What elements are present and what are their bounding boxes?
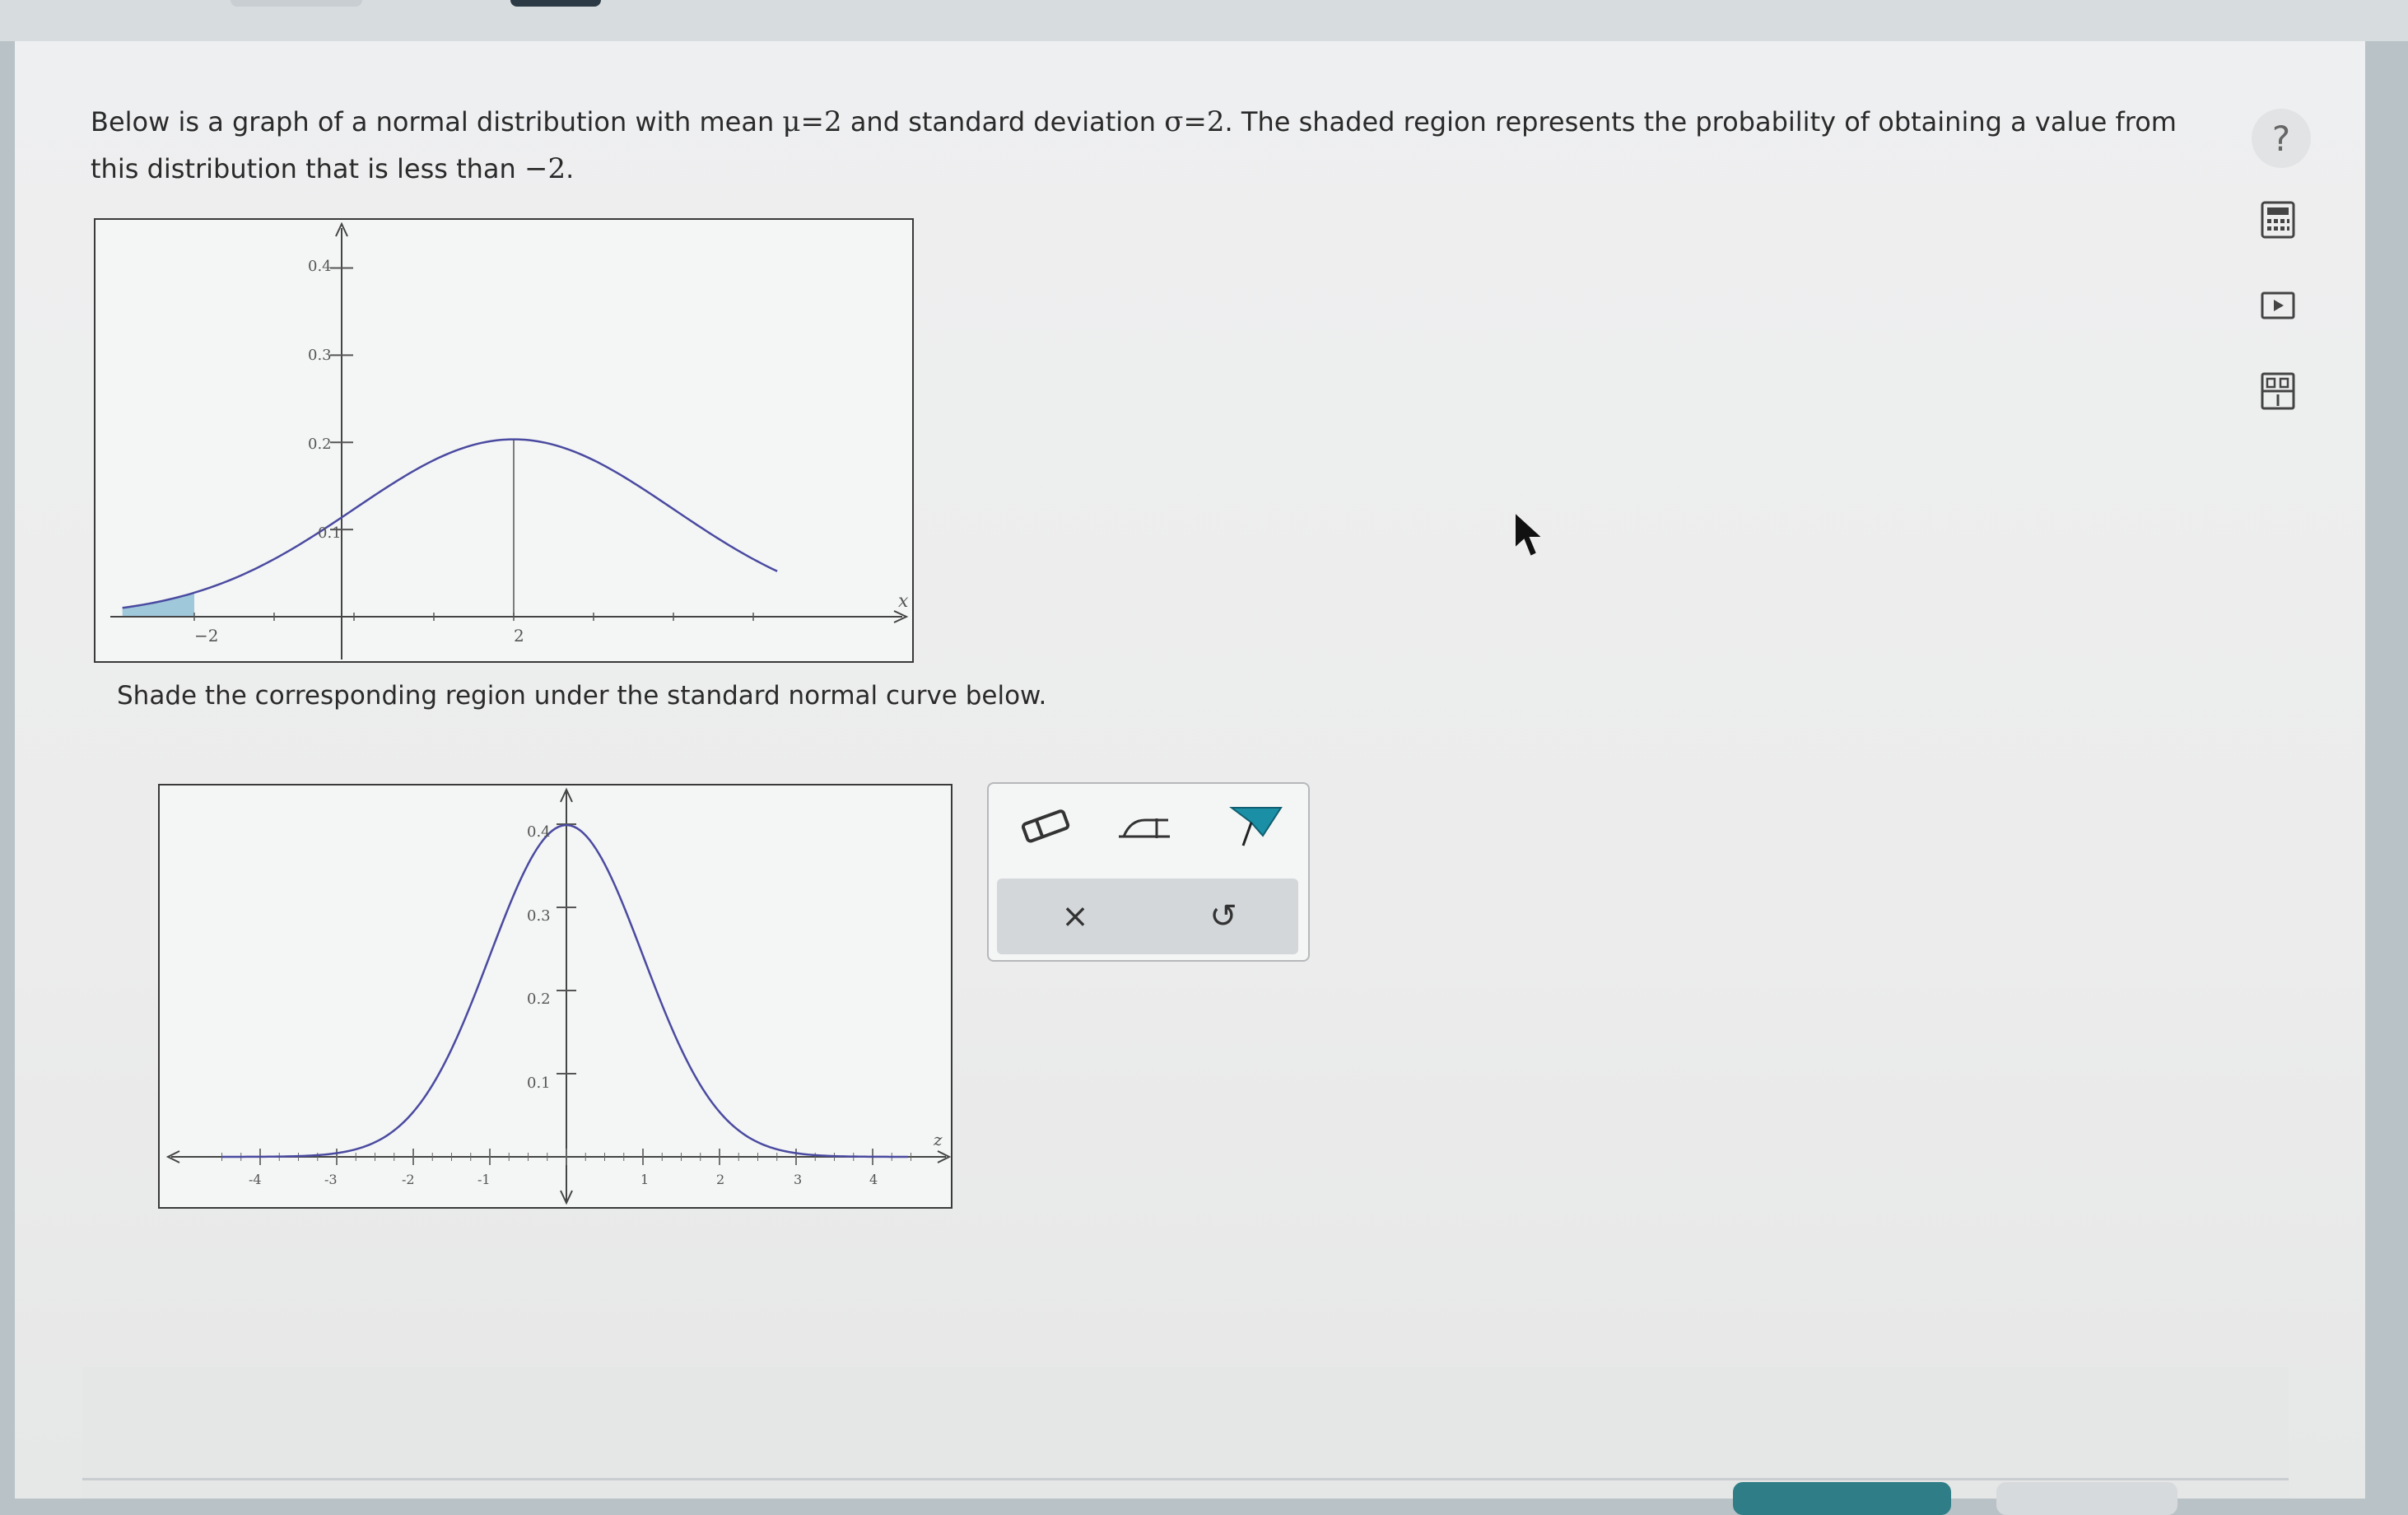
- ebook-button[interactable]: [2254, 367, 2302, 415]
- x-axis-label: x: [898, 591, 909, 612]
- z-axis-label: z: [933, 1130, 943, 1149]
- z-tick-label: -2: [402, 1172, 415, 1187]
- video-button[interactable]: [2254, 282, 2302, 329]
- y-tick-label: 0.3: [308, 347, 332, 364]
- ebook-icon: [2261, 372, 2295, 410]
- y-tick-label: 0.4: [527, 823, 551, 841]
- calculator-button[interactable]: [2254, 196, 2302, 244]
- clear-button[interactable]: ×: [1046, 890, 1104, 943]
- mouse-cursor-icon: [1514, 510, 1545, 558]
- shading-toolbox: × ↺: [987, 782, 1310, 962]
- z-tick-label: 2: [716, 1172, 724, 1187]
- eraser-icon: [1021, 809, 1070, 843]
- toolbox-actions: × ↺: [997, 879, 1298, 954]
- normal-distribution-graph: x −2 2 0.4 0.3 0.2 0.1: [94, 218, 914, 663]
- density-curve: [122, 438, 778, 609]
- standard-normal-svg: z -4 -3 -2 -1 1 2 3 4 0.4 0.3 0.2 0.1: [165, 787, 952, 1205]
- z-tick-label: -1: [477, 1172, 491, 1187]
- z-tick-label: 4: [869, 1172, 878, 1187]
- normal-distribution-svg: x −2 2 0.4 0.3 0.2 0.1: [110, 221, 909, 660]
- question-text-part: and standard deviation: [841, 106, 1165, 138]
- video-icon: [2261, 291, 2295, 319]
- instruction-text: Shade the corresponding region under the…: [117, 681, 1047, 711]
- y-tick-label: 0.1: [527, 1074, 551, 1092]
- tab-indicator[interactable]: [231, 0, 362, 7]
- flag-icon: [1229, 807, 1283, 846]
- undo-button[interactable]: ↺: [1195, 890, 1252, 943]
- z-tick-label: -3: [324, 1172, 338, 1187]
- shade-tool[interactable]: [1112, 800, 1178, 851]
- y-tick-label: 0.4: [308, 258, 332, 275]
- calculator-icon: [2261, 201, 2295, 239]
- y-tick-label: 0.2: [527, 991, 551, 1008]
- threshold-value: −2: [524, 152, 566, 185]
- standard-normal-graph[interactable]: z -4 -3 -2 -1 1 2 3 4 0.4 0.3 0.2 0.1: [158, 784, 952, 1209]
- footer-divider: [82, 1478, 2289, 1480]
- secondary-button[interactable]: [1996, 1482, 2177, 1515]
- mean-value: μ=2: [782, 105, 842, 138]
- sd-value: σ=2: [1164, 105, 1225, 138]
- check-button[interactable]: [1733, 1482, 1951, 1515]
- x-tick-label: 2: [514, 626, 524, 646]
- y-tick-label: 0.2: [308, 436, 332, 453]
- question-mark-icon: ?: [2271, 118, 2291, 159]
- help-button[interactable]: ?: [2252, 109, 2311, 168]
- shade-tool-icon: [1119, 818, 1170, 838]
- eraser-tool[interactable]: [1013, 800, 1079, 851]
- z-tick-label: -4: [249, 1172, 262, 1187]
- undo-icon: ↺: [1209, 897, 1237, 935]
- browser-top-strip: [0, 0, 2408, 41]
- y-tick-label: 0.3: [527, 907, 551, 925]
- z-tick-label: 3: [794, 1172, 802, 1187]
- question-text: Below is a graph of a normal distributio…: [91, 99, 2198, 193]
- y-tick-label: 0.1: [318, 524, 342, 542]
- tab-indicator[interactable]: [510, 0, 601, 7]
- x-tick-label: −2: [194, 626, 218, 646]
- question-text-part: Below is a graph of a normal distributio…: [91, 106, 783, 138]
- close-icon: ×: [1061, 897, 1089, 935]
- z-tick-label: 1: [640, 1172, 649, 1187]
- question-text-part: .: [566, 153, 575, 184]
- flag-tool[interactable]: [1223, 800, 1289, 851]
